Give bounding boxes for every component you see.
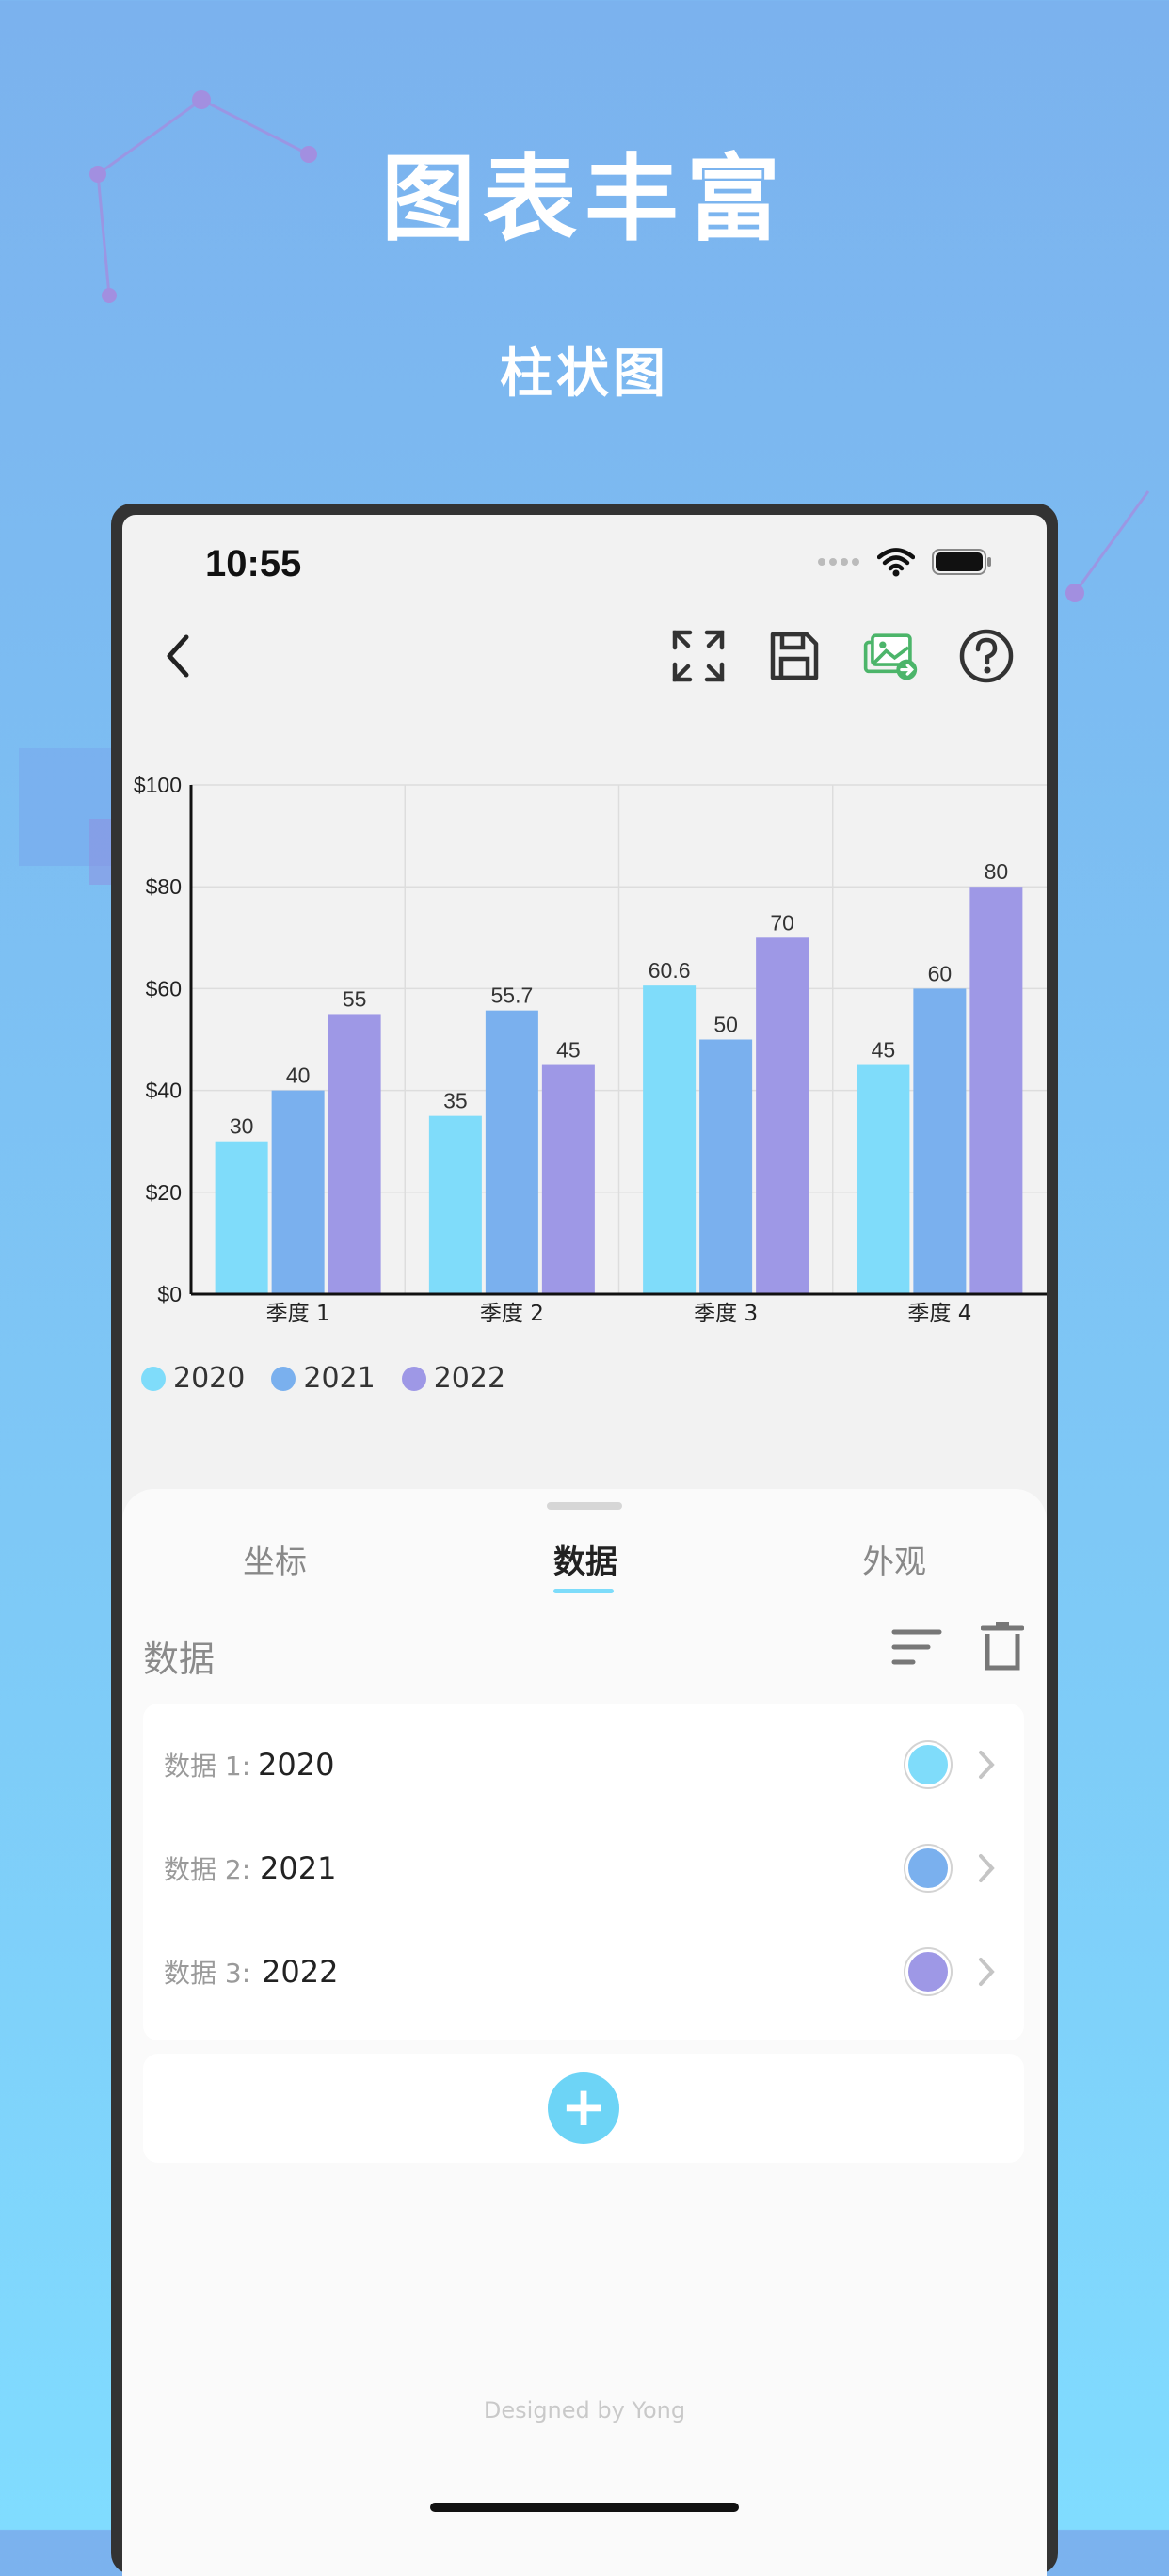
x-tick-label: 季度 1 — [266, 1302, 330, 1326]
bar-chart: $0 $20 $40 $60 $80 $100 30 40 55 季度 1 35 55.7 45 季度 2… — [134, 773, 1047, 1326]
help-icon — [959, 629, 1014, 683]
bar — [699, 1039, 753, 1294]
bar — [643, 985, 697, 1294]
data-series-list: 数据 1: 2020 数据 2: 2021 数据 3: 2022 — [143, 1704, 1024, 2040]
chevron-right-icon — [979, 1958, 995, 1986]
bar-value-label: 50 — [713, 1013, 738, 1037]
legend-item: 2021 — [271, 1362, 376, 1395]
bar — [857, 1064, 910, 1294]
hero-title: 图表丰富 — [381, 144, 788, 254]
legend-label: 2021 — [303, 1362, 376, 1395]
phone-frame: 10:55 $0 $20 $40 $60 $80 $100 30 40 55 季… — [111, 504, 1058, 2576]
bar — [271, 1090, 325, 1294]
bar-value-label: 55.7 — [490, 984, 533, 1008]
signal-dots-icon — [818, 558, 859, 566]
chevron-right-icon — [979, 1854, 995, 1882]
y-tick-label: $20 — [146, 1180, 182, 1205]
bar — [541, 1064, 595, 1294]
tab-axis[interactable]: 坐标 — [243, 1536, 307, 1582]
battery-icon — [932, 549, 991, 575]
app-screen: 10:55 $0 $20 $40 $60 $80 $100 30 40 55 季… — [122, 515, 1047, 2576]
row-label: 数据 1: — [164, 1751, 251, 1782]
bar-value-label: 70 — [770, 910, 794, 935]
tab-appearance[interactable]: 外观 — [862, 1536, 926, 1582]
nav-actions — [670, 628, 1015, 684]
section-title: 数据 — [143, 1639, 216, 1680]
bar-value-label: 30 — [230, 1114, 254, 1139]
add-series-button[interactable]: + — [548, 2072, 619, 2144]
bar — [428, 1115, 482, 1294]
export-image-icon — [863, 633, 918, 680]
color-swatch[interactable] — [905, 1846, 951, 1891]
export-image-button[interactable] — [862, 628, 919, 684]
designer-credit: Designed by Yong — [483, 2397, 686, 2424]
trash-icon[interactable] — [981, 1621, 1024, 1673]
chevron-left-icon — [167, 634, 189, 678]
legend-label: 2022 — [433, 1362, 506, 1395]
bar — [913, 988, 967, 1294]
fullscreen-icon — [672, 630, 725, 682]
legend-swatch — [401, 1366, 426, 1391]
help-button[interactable] — [958, 628, 1015, 684]
list-item[interactable]: 数据 1: 2020 — [143, 1713, 1024, 1816]
wifi-icon — [877, 548, 915, 577]
bar — [969, 887, 1023, 1294]
bar — [328, 1014, 381, 1294]
y-tick-label: $0 — [157, 1282, 182, 1306]
x-tick-label: 季度 2 — [480, 1302, 544, 1326]
status-time: 10:55 — [205, 543, 302, 584]
list-item[interactable]: 数据 3: 2022 — [143, 1920, 1024, 2024]
bar — [485, 1010, 538, 1294]
chart-legend: 2020 2021 2022 — [141, 1362, 505, 1395]
active-tab-indicator — [553, 1589, 614, 1593]
add-series-card: + — [143, 2054, 1024, 2163]
save-button[interactable] — [766, 628, 823, 684]
bar-value-label: 45 — [872, 1038, 896, 1063]
row-value: 2022 — [262, 1954, 339, 1990]
back-button[interactable] — [151, 628, 207, 684]
home-indicator — [430, 2503, 739, 2512]
bar-value-label: 35 — [443, 1089, 468, 1113]
bar-value-label: 60.6 — [649, 958, 691, 983]
color-swatch[interactable] — [905, 1949, 951, 1994]
bar-value-label: 60 — [928, 961, 953, 985]
hero-subtitle: 柱状图 — [500, 344, 669, 405]
legend-label: 2020 — [173, 1362, 246, 1395]
row-label: 数据 2: — [164, 1854, 251, 1885]
row-label: 数据 3: — [164, 1958, 251, 1989]
row-value: 2021 — [260, 1850, 337, 1886]
tab-bar: 坐标 数据 外观 — [122, 1536, 1047, 1602]
bar-value-label: 45 — [556, 1038, 581, 1063]
section-tools — [890, 1621, 1024, 1673]
legend-swatch — [141, 1366, 166, 1391]
legend-item: 2022 — [401, 1362, 506, 1395]
bar-value-label: 40 — [286, 1064, 311, 1088]
x-tick-label: 季度 4 — [907, 1302, 971, 1326]
sort-icon[interactable] — [890, 1621, 943, 1673]
x-tick-label: 季度 3 — [694, 1302, 758, 1326]
legend-swatch — [271, 1366, 296, 1391]
status-indicators — [817, 543, 992, 581]
y-tick-label: $80 — [146, 874, 182, 899]
chevron-right-icon — [979, 1751, 995, 1779]
save-icon — [770, 632, 819, 680]
bar-value-label: 55 — [343, 986, 367, 1011]
row-value: 2020 — [258, 1747, 335, 1783]
bar — [215, 1141, 268, 1294]
list-item[interactable]: 数据 2: 2021 — [143, 1816, 1024, 1920]
y-tick-label: $100 — [134, 773, 182, 797]
tab-data[interactable]: 数据 — [553, 1536, 617, 1582]
bar-value-label: 80 — [985, 859, 1009, 884]
legend-item: 2020 — [141, 1362, 245, 1395]
bar — [756, 937, 809, 1294]
fullscreen-button[interactable] — [670, 628, 727, 684]
color-swatch[interactable] — [905, 1742, 951, 1787]
y-tick-label: $60 — [146, 976, 182, 1000]
y-tick-label: $40 — [146, 1079, 182, 1103]
sheet-drag-handle[interactable] — [547, 1502, 622, 1510]
